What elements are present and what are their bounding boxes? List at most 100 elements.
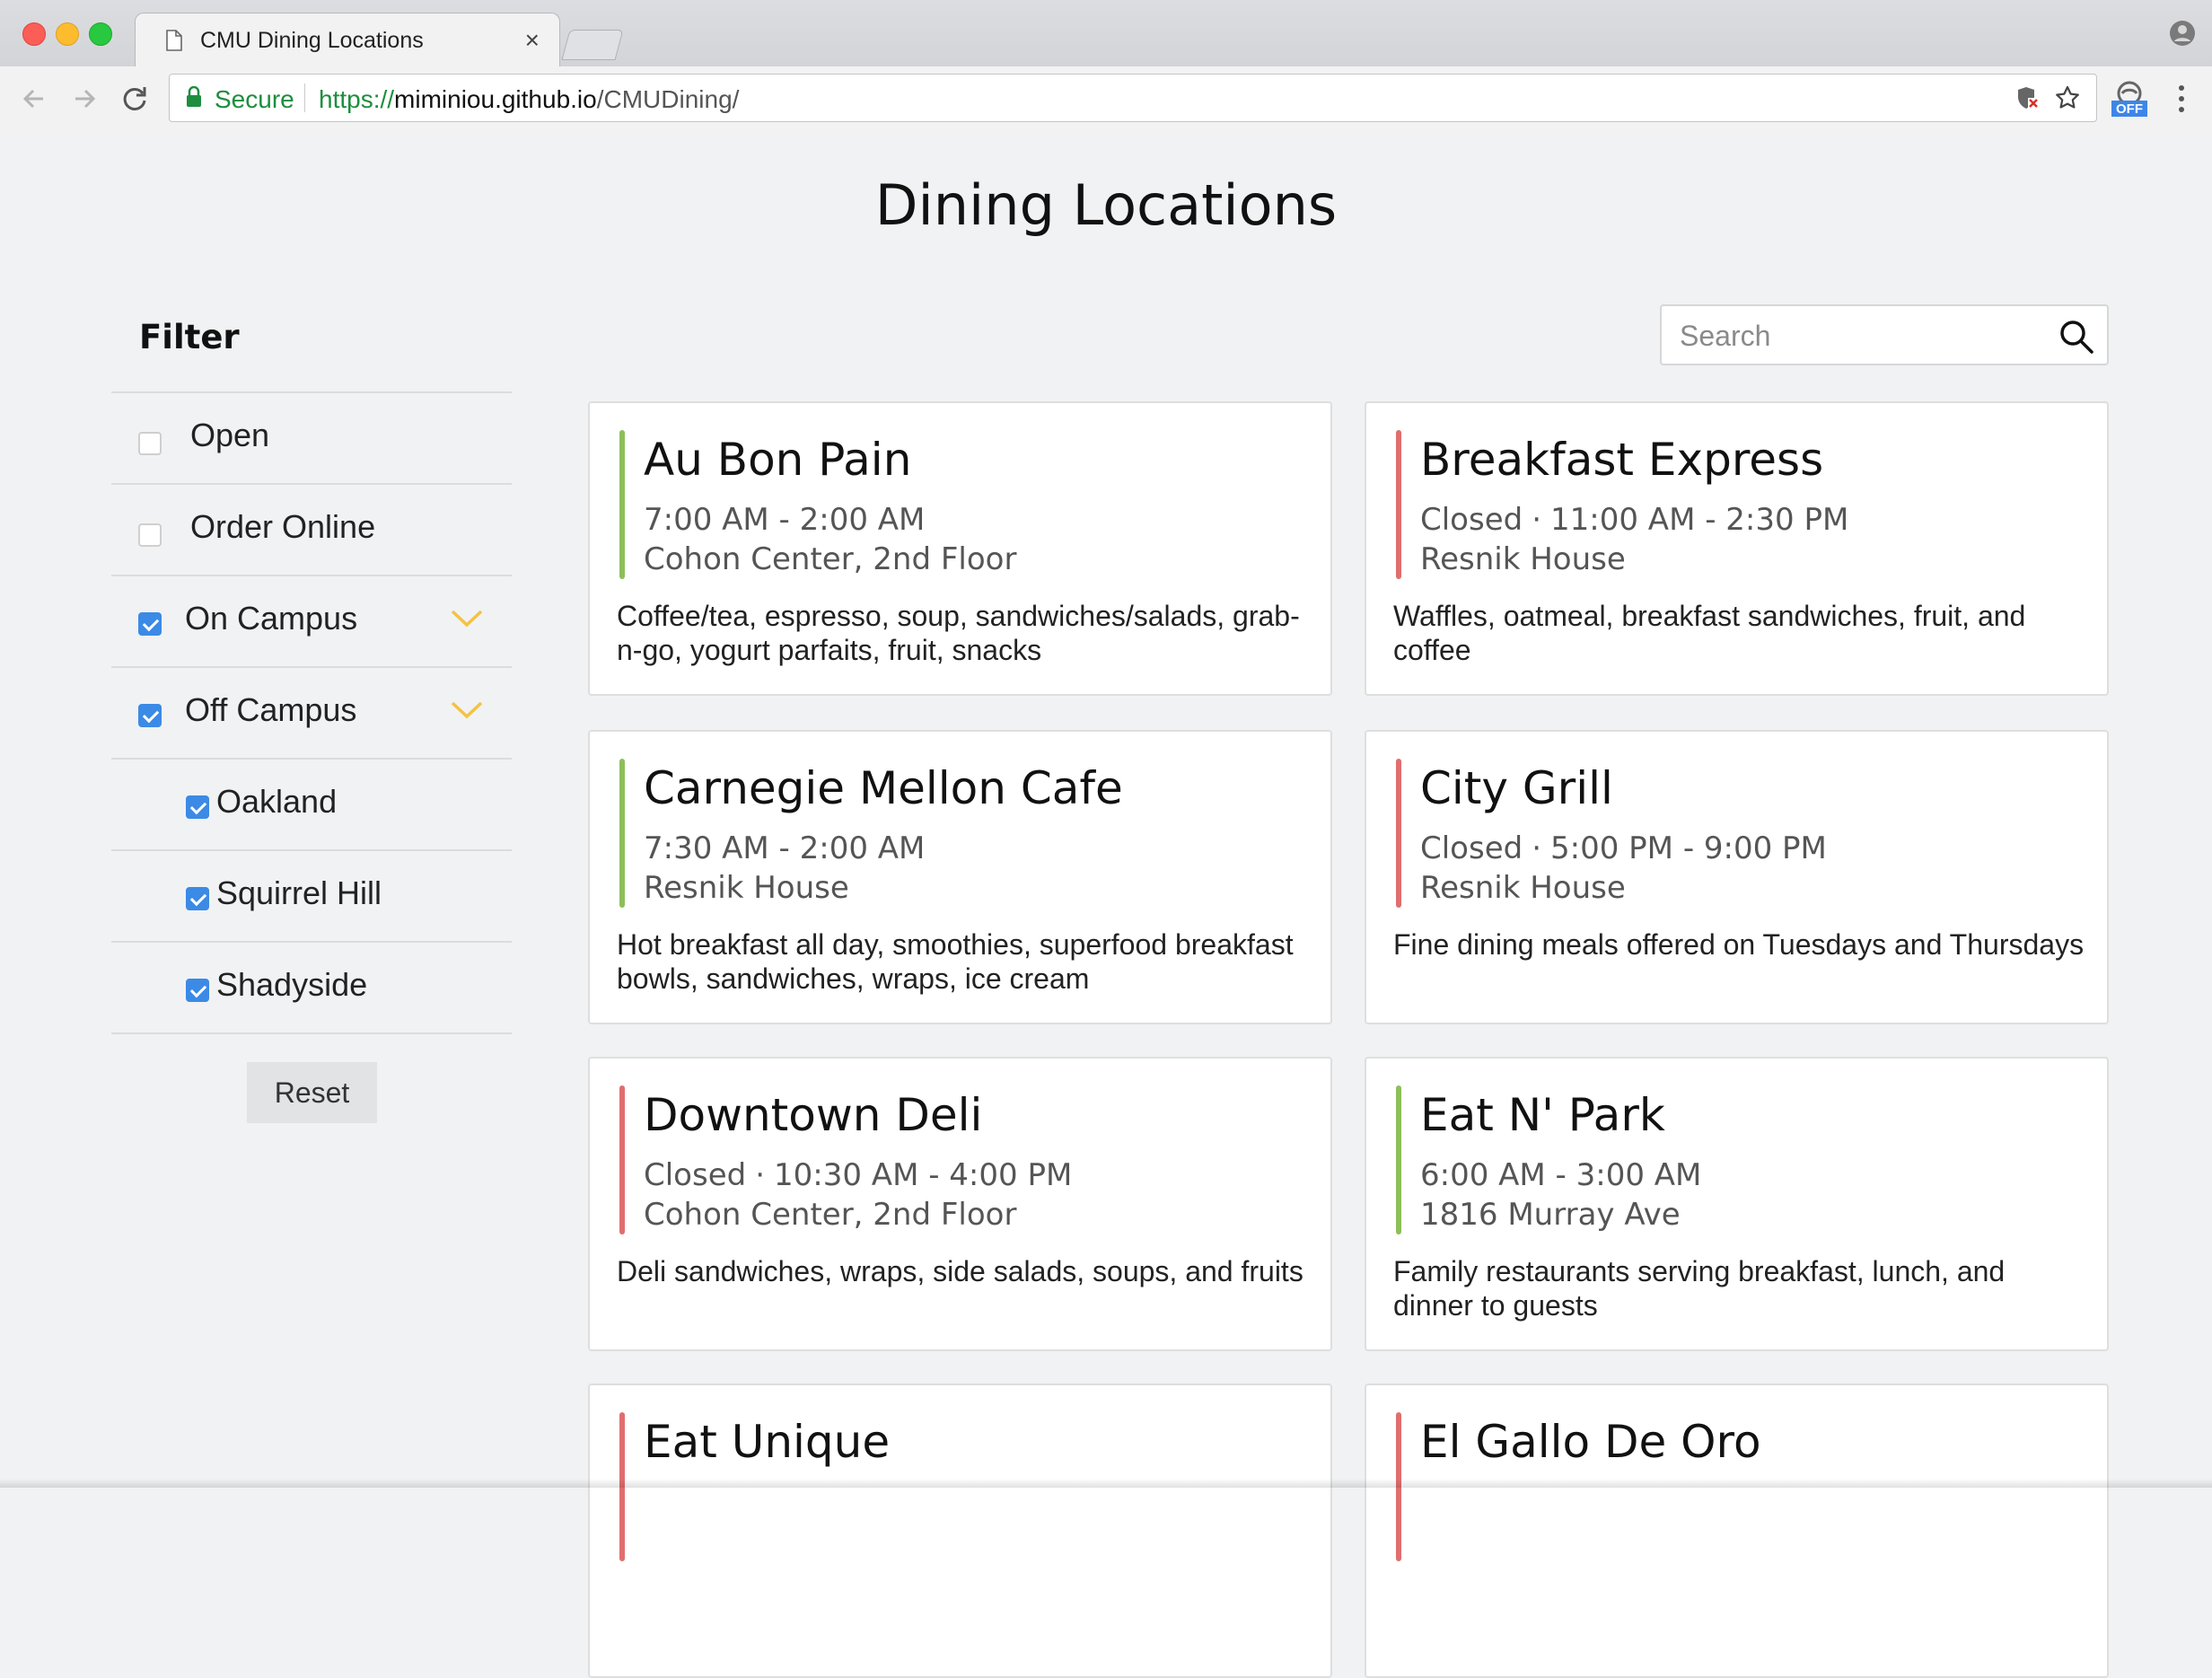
page-title: Dining Locations [874, 172, 1338, 238]
dining-card[interactable]: Breakfast Express Closed · 11:00 AM - 2:30 … [1365, 401, 2109, 696]
separator-dot: · [1532, 502, 1542, 538]
forward-arrow-icon[interactable] [68, 83, 101, 115]
search-input[interactable] [1678, 315, 2041, 356]
dining-card[interactable]: El Gallo De Oro [1365, 1384, 2109, 1678]
dining-location: Cohon Center, 2nd Floor [644, 1197, 1017, 1233]
dining-description: Deli sandwiches, wraps, side salads, sou… [617, 1255, 1304, 1287]
browser-menu-icon[interactable] [2172, 81, 2190, 117]
filter-checkbox[interactable] [138, 523, 162, 547]
hours-text: 6:00 AM - 3:00 AM [1420, 1157, 1702, 1193]
filter-item[interactable]: Squirrel Hill [111, 851, 512, 943]
filter-label: Oakland [216, 783, 338, 820]
separator-dot: · [755, 1157, 766, 1193]
dining-name: Carnegie Mellon Cafe [644, 762, 1123, 814]
status-indicator-bar [1396, 759, 1401, 908]
filter-item[interactable]: Order Online [111, 485, 512, 576]
lock-icon [187, 86, 201, 107]
dining-name: El Gallo De Oro [1420, 1416, 1761, 1468]
filter-item[interactable]: Shadyside [111, 943, 512, 1034]
dining-description: Family restaurants serving breakfast, lu… [1393, 1255, 2006, 1322]
filter-label: Shadyside [216, 966, 368, 1003]
filter-item[interactable]: Off Campus [111, 668, 512, 760]
dining-card[interactable]: City Grill Closed · 5:00 PM - 9:00 PM Resnik… [1365, 730, 2109, 1024]
secure-label: Secure [215, 85, 294, 113]
dining-card[interactable]: Downtown Deli Closed · 10:30 AM - 4:00 PM Co… [588, 1057, 1332, 1351]
dining-name: Au Bon Pain [644, 434, 912, 486]
dining-location: Resnik House [644, 870, 849, 906]
status-text: Closed [644, 1157, 747, 1193]
browser-toolbar: Secure https://miminiou.github.io/CMUDin… [0, 66, 2212, 134]
profile-icon[interactable] [2169, 20, 2196, 47]
star-icon[interactable] [2055, 85, 2080, 110]
filter-checkbox[interactable] [186, 979, 209, 1002]
url-path: /CMUDining/ [596, 85, 740, 113]
new-tab-button[interactable] [561, 30, 624, 60]
dining-card[interactable]: Au Bon Pain 7:00 AM - 2:00 AM Cohon Center… [588, 401, 1332, 696]
dining-card[interactable]: Carnegie Mellon Cafe 7:30 AM - 2:00 AM Res… [588, 730, 1332, 1024]
dining-name: Downtown Deli [644, 1089, 983, 1141]
blocked-shield-icon[interactable] [2015, 85, 2041, 110]
dining-name: Eat N' Park [1420, 1089, 1665, 1141]
filter-item[interactable]: On Campus [111, 576, 512, 668]
tab-close-icon[interactable]: × [525, 26, 540, 55]
hours-text: 7:30 AM - 2:00 AM [644, 830, 926, 866]
filter-checkbox[interactable] [186, 795, 209, 819]
status-indicator-bar [619, 430, 625, 579]
address-bar[interactable]: Secure https://miminiou.github.io/CMUDin… [169, 74, 2097, 122]
dining-description: Fine dining meals offered on Tuesdays an… [1393, 928, 2085, 961]
window-bottom-shadow [0, 1479, 2212, 1488]
dining-hours-line: Closed · 11:00 AM - 2:30 PM [1420, 502, 1848, 538]
hours-text: 5:00 PM - 9:00 PM [1550, 830, 1827, 866]
filter-label: On Campus [185, 600, 358, 637]
filter-heading: Filter [139, 318, 240, 356]
dining-hours-line: 6:00 AM - 3:00 AM [1420, 1157, 1701, 1193]
filter-checkbox[interactable] [138, 612, 162, 636]
tab-title: CMU Dining Locations [200, 28, 424, 53]
window-maximize-button[interactable] [89, 22, 112, 46]
url-scheme: https:// [319, 85, 395, 113]
url-host: miminiou.github.io [394, 85, 597, 113]
dining-card[interactable]: Eat N' Park 6:00 AM - 3:00 AM 1816 Murray … [1365, 1057, 2109, 1351]
window-minimize-button[interactable] [56, 22, 79, 46]
filter-checkbox[interactable] [186, 887, 209, 910]
dining-description: Coffee/tea, espresso, soup, sandwiches/s… [617, 600, 1300, 666]
hours-text: 10:30 AM - 4:00 PM [774, 1157, 1073, 1193]
dining-hours-line: Closed · 10:30 AM - 4:00 PM [644, 1157, 1072, 1193]
filter-item[interactable]: Oakland [111, 760, 512, 851]
back-arrow-icon[interactable] [18, 83, 50, 115]
search-icon[interactable] [2058, 319, 2094, 355]
search-box [1660, 304, 2109, 365]
filter-label: Order Online [190, 508, 376, 545]
url-separator [304, 83, 305, 112]
browser-tab-active[interactable]: CMU Dining Locations × [135, 13, 560, 67]
url-text[interactable]: https://miminiou.github.io/CMUDining/ [319, 85, 739, 114]
dining-location: Resnik House [1420, 541, 1626, 577]
window-close-button[interactable] [22, 22, 46, 46]
reset-button[interactable]: Reset [247, 1062, 377, 1123]
separator-dot: · [1532, 830, 1542, 866]
filter-list: Open Order Online On Campus Off Campus Oakla… [111, 391, 512, 1034]
status-text: Closed [1420, 502, 1523, 538]
filter-checkbox[interactable] [138, 704, 162, 727]
filter-checkbox[interactable] [138, 432, 162, 455]
reload-icon[interactable] [118, 83, 151, 115]
extension-off-badge: OFF [2116, 101, 2143, 117]
dining-card[interactable]: Eat Unique [588, 1384, 1332, 1678]
dining-description: Hot breakfast all day, smoothies, superf… [617, 928, 1294, 995]
hours-text: 7:00 AM - 2:00 AM [644, 502, 926, 538]
status-indicator-bar [1396, 1085, 1401, 1234]
extension-icon[interactable]: OFF [2110, 79, 2149, 119]
dining-description: Waffles, oatmeal, breakfast sandwiches, … [1393, 600, 2026, 666]
filter-label: Squirrel Hill [216, 874, 382, 911]
page-content: Dining Locations Filter Open Order Online… [0, 133, 2212, 1678]
chevron-down-icon[interactable] [449, 698, 485, 722]
hours-text: 11:00 AM - 2:30 PM [1550, 502, 1849, 538]
chevron-down-icon[interactable] [449, 607, 485, 630]
browser-titlebar: CMU Dining Locations × [0, 0, 2212, 67]
filter-item[interactable]: Open [111, 393, 512, 485]
document-icon [166, 30, 182, 51]
dining-hours-line: 7:30 AM - 2:00 AM [644, 830, 925, 866]
status-indicator-bar [619, 759, 625, 908]
filter-label: Off Campus [185, 691, 357, 728]
filter-label: Open [190, 417, 270, 453]
